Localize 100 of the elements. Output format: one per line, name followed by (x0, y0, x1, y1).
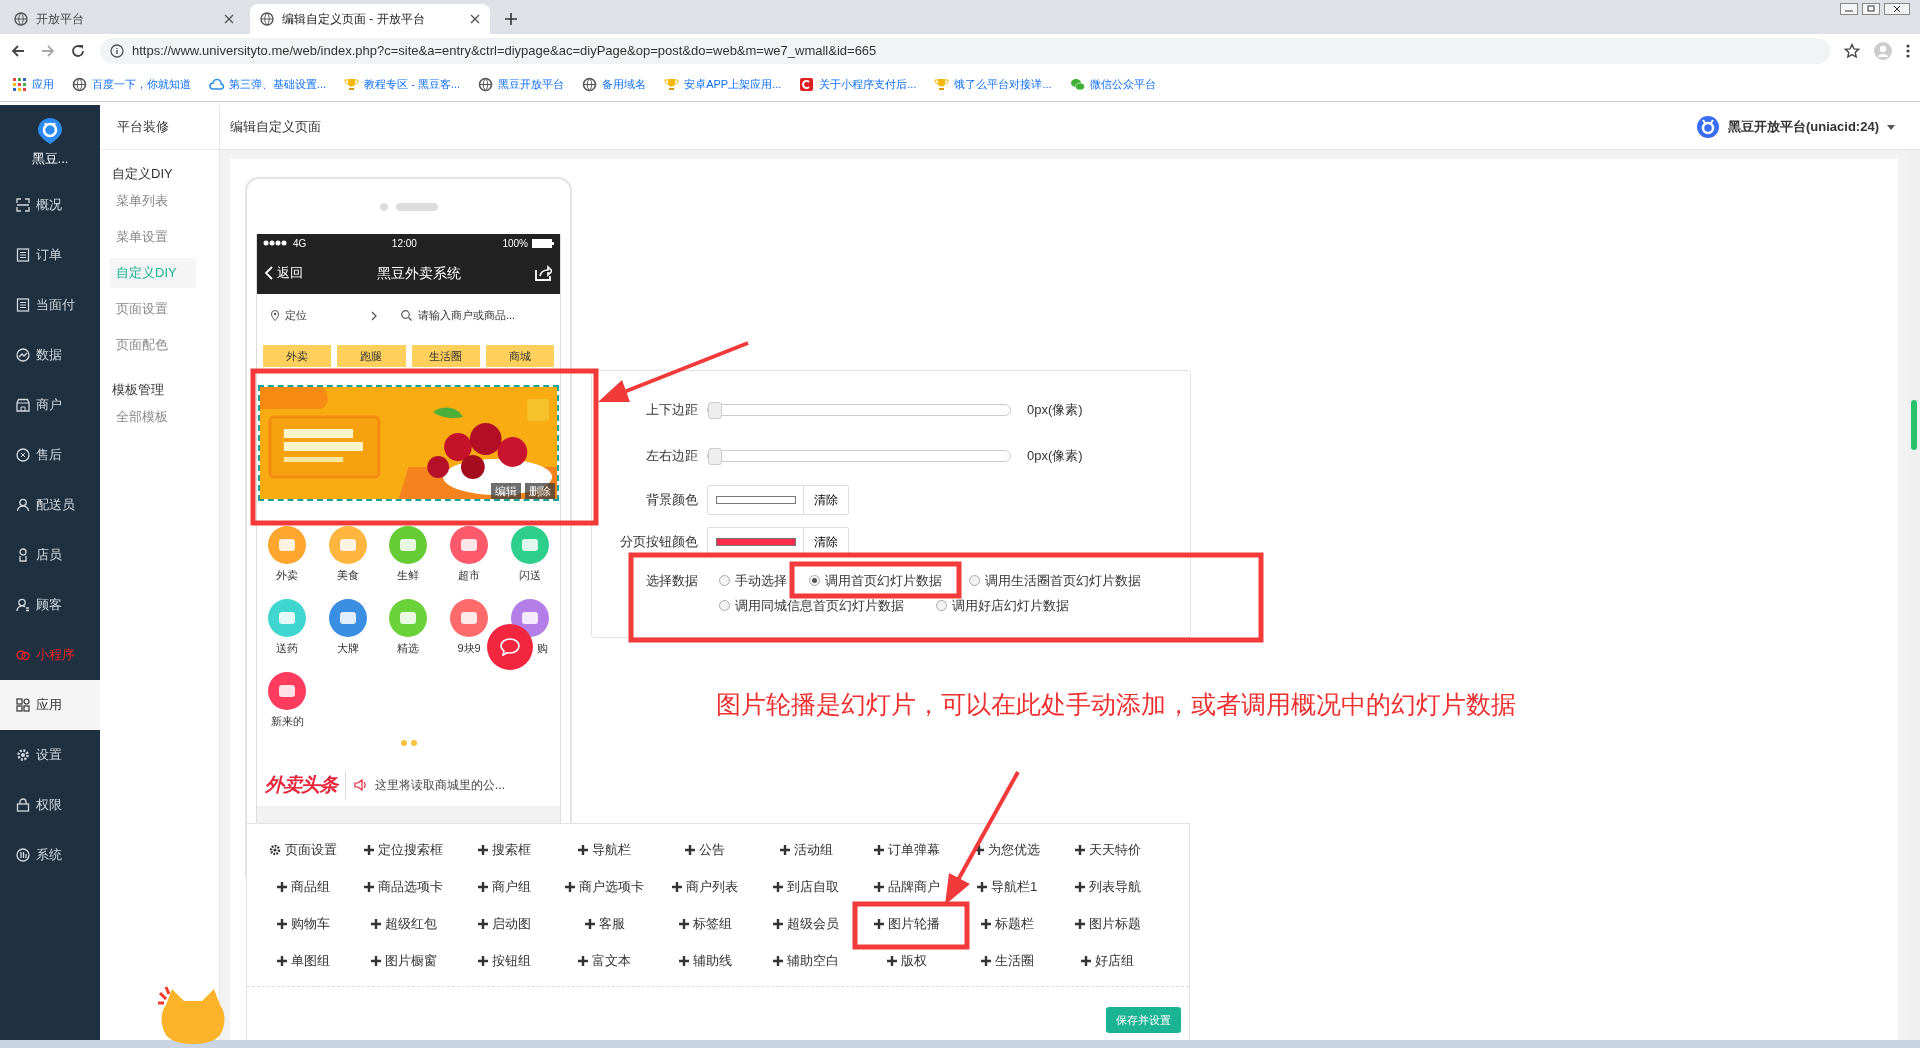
component-button[interactable]: 版权 (884, 948, 929, 974)
component-button[interactable]: 为您优选 (972, 837, 1043, 863)
component-button[interactable]: 订单弹幕 (871, 837, 942, 863)
category-label[interactable]: 美食 (336, 568, 359, 582)
component-button[interactable]: 页面设置 (267, 837, 340, 863)
bookmark-link[interactable]: 备用域名 (582, 76, 647, 93)
sidebar-item[interactable]: 权限 (0, 780, 100, 830)
component-button[interactable]: 辅助线 (677, 948, 734, 974)
component-button[interactable]: 启动图 (475, 911, 533, 937)
category-label[interactable]: 新来的 (270, 714, 304, 728)
category-label[interactable]: 购 (537, 641, 549, 655)
sidebar-item[interactable]: 售后 (0, 430, 100, 480)
sidebar-item[interactable]: 应用 (0, 680, 100, 730)
component-button[interactable]: 导航栏1 (975, 874, 1040, 900)
component-button[interactable]: 图片橱窗 (368, 948, 439, 974)
component-button[interactable]: 购物车 (274, 911, 332, 937)
minimize-icon[interactable] (1840, 3, 1858, 15)
bookmark-link[interactable]: 黑豆开放平台 (478, 76, 565, 93)
bookmark-link[interactable]: 微信公众平台 (1069, 76, 1156, 93)
radio-button[interactable] (969, 575, 980, 586)
sidebar-item[interactable]: 数据 (0, 330, 100, 380)
component-button[interactable]: 品牌商户 (871, 874, 942, 900)
slider-thumb[interactable] (708, 402, 722, 419)
scroll-thumb[interactable] (1911, 400, 1917, 450)
category-label[interactable]: 超市 (458, 568, 481, 582)
radio-button[interactable] (719, 575, 730, 586)
close-icon[interactable] (224, 14, 234, 24)
sidebar-item[interactable]: 当面付 (0, 280, 100, 330)
restore-icon[interactable] (1862, 3, 1880, 15)
option-label[interactable]: 手动选择 (735, 570, 787, 591)
component-button[interactable]: 标题栏 (978, 911, 1036, 937)
option-label[interactable]: 调用好店幻灯片数据 (952, 595, 1069, 616)
radio-button[interactable] (719, 600, 730, 611)
submenu-item[interactable]: 全部模板 (110, 402, 196, 432)
sidebar-item[interactable]: 商户 (0, 380, 100, 430)
component-button[interactable]: 商户选项卡 (563, 874, 647, 900)
category-tab[interactable]: 跑腿 (337, 345, 406, 367)
component-button[interactable]: 好店组 (1079, 948, 1137, 974)
category-label[interactable]: 外卖 (276, 568, 299, 582)
sidebar-item[interactable]: 配送员 (0, 480, 100, 530)
component-button[interactable]: 单图组 (274, 948, 332, 974)
reload-icon[interactable] (70, 43, 86, 59)
browser-tab[interactable]: 编辑自定义页面 - 开放平台 (250, 4, 490, 34)
sidebar-item[interactable]: 系统 (0, 830, 100, 880)
bookmark-link[interactable]: 安卓APP上架应用... (664, 76, 782, 93)
component-button[interactable]: 图片标题 (1072, 911, 1143, 937)
browser-tab[interactable]: 开放平台 (4, 4, 244, 34)
component-button[interactable]: 天天特价 (1072, 837, 1143, 863)
sidebar-item[interactable]: 顾客 (0, 580, 100, 630)
component-button[interactable]: 定位搜索框 (362, 837, 446, 863)
close-icon[interactable] (1884, 3, 1910, 15)
edit-button[interactable]: 编辑 (491, 483, 521, 499)
plus-icon[interactable] (504, 12, 518, 26)
bookmark-link[interactable]: 应用 (12, 76, 54, 93)
slider[interactable] (707, 450, 1011, 462)
component-button[interactable]: 标签组 (677, 911, 734, 937)
location-label[interactable]: 定位 (285, 307, 307, 324)
category-label[interactable]: 大牌 (336, 641, 359, 655)
bookmark-link[interactable]: 饿了么平台对接详... (934, 76, 1052, 93)
category-label[interactable]: 送药 (276, 641, 299, 655)
slider-thumb[interactable] (708, 448, 722, 465)
component-button[interactable]: 活动组 (777, 837, 835, 863)
component-button[interactable]: 导航栏 (576, 837, 634, 863)
option-label[interactable]: 调用同城信息首页幻灯片数据 (735, 595, 904, 616)
search-field[interactable]: 请输入商户或商品... (401, 306, 546, 325)
component-button[interactable]: 列表导航 (1072, 874, 1143, 900)
component-button[interactable]: 搜索框 (475, 837, 533, 863)
category-tab[interactable]: 商城 (485, 345, 554, 367)
sidebar-item[interactable]: 订单 (0, 230, 100, 280)
back-icon[interactable] (10, 43, 26, 59)
close-icon[interactable] (470, 14, 480, 24)
component-button[interactable]: 富文本 (576, 948, 634, 974)
bookmark-link[interactable]: 第三弹、基础设置... (209, 76, 327, 93)
category-label[interactable]: 闪送 (518, 568, 541, 582)
clear-button[interactable]: 清除 (803, 528, 848, 556)
back-link[interactable]: 返回 (265, 263, 303, 283)
submenu-item[interactable]: 页面设置 (110, 294, 196, 324)
component-button[interactable]: 商户列表 (670, 874, 741, 900)
component-button[interactable]: 商户组 (475, 874, 533, 900)
option-label[interactable]: 调用首页幻灯片数据 (825, 570, 942, 591)
component-button[interactable]: 公告 (683, 837, 728, 863)
address-bar[interactable]: https://www.universityto.me/web/index.php?c=site&a=entry&ctrl=diypage&ac=diyPage&op=post&do=web&m=we7_wmall&id=665 (100, 38, 1830, 64)
component-button[interactable]: 到店自取 (771, 874, 842, 900)
delete-button[interactable]: 删除 (525, 483, 555, 499)
bookmark-link[interactable]: 百度一下，你就知道 (72, 76, 191, 93)
forward-icon[interactable] (40, 43, 56, 59)
category-tab[interactable]: 外卖 (263, 345, 332, 367)
sidebar-item[interactable]: 概况 (0, 180, 100, 230)
submenu-item[interactable]: 菜单设置 (110, 222, 196, 252)
component-button[interactable]: 超级会员 (771, 911, 842, 937)
category-label[interactable]: 生鲜 (397, 568, 420, 582)
category-label[interactable]: 9块9 (457, 641, 481, 655)
component-button[interactable]: 生活圈 (978, 948, 1036, 974)
radio-button[interactable] (936, 600, 947, 611)
slider[interactable] (707, 404, 1011, 416)
component-button[interactable]: 辅助空白 (771, 948, 842, 974)
submenu-item[interactable]: 页面配色 (110, 330, 196, 360)
share-icon[interactable] (534, 265, 552, 281)
menu-icon[interactable] (1906, 43, 1910, 59)
star-icon[interactable] (1844, 43, 1860, 59)
